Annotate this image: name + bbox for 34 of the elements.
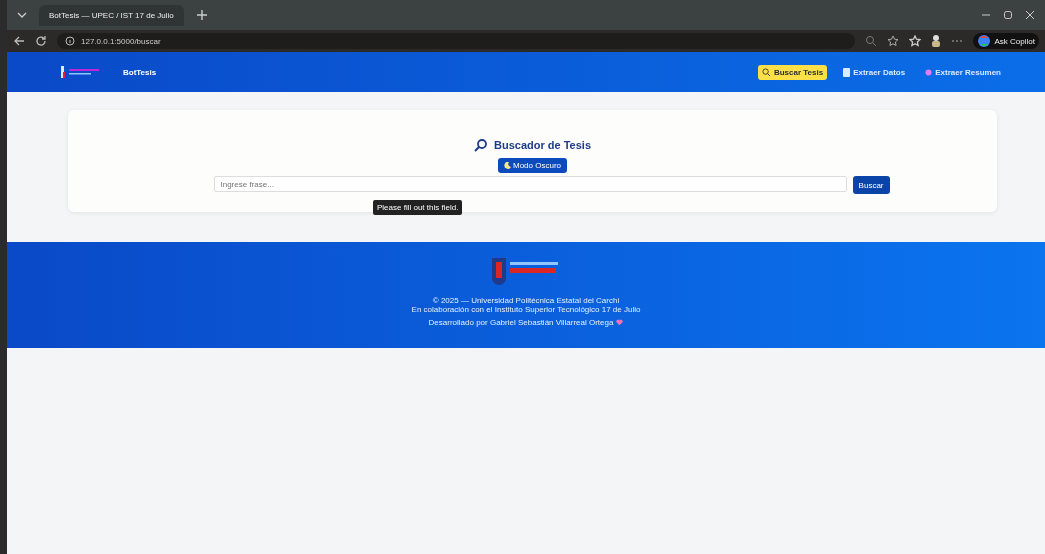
reload-icon[interactable]: [35, 35, 47, 47]
star-icon[interactable]: [886, 35, 899, 47]
validation-tooltip: Please fill out this field.: [373, 200, 463, 215]
zoom-icon[interactable]: [864, 35, 877, 47]
url-text: 127.0.0.1:5000/buscar: [81, 36, 161, 46]
close-icon[interactable]: [1025, 10, 1035, 20]
address-field[interactable]: 127.0.0.1:5000/buscar: [57, 33, 855, 49]
dot-icon: [925, 68, 933, 76]
dark-mode-button[interactable]: Modo Oscuro: [498, 158, 567, 173]
credit-text: Desarrollado por Gabriel Sebastián Villarreal Ortega: [428, 318, 624, 327]
copilot-icon: [976, 34, 991, 48]
nav-link[interactable]: Extraer Datos: [839, 64, 910, 80]
footer-text: En colaboración con el Instituto Superior Tecnológico 17 de Julio: [411, 305, 641, 314]
browser-tab[interactable]: BotTesis — UPEC / IST 17 de Julio: [39, 4, 184, 26]
favorites-icon[interactable]: [908, 35, 921, 47]
restore-icon[interactable]: [1003, 10, 1013, 20]
search-icon: [474, 138, 488, 152]
footer-text: © 2025 — Universidad Politécnica Estatal del Carchi: [432, 296, 620, 305]
card-title: Buscador de Tesis: [494, 139, 591, 151]
nav-link[interactable]: Extraer Resumen: [921, 64, 1005, 80]
more-icon[interactable]: [950, 39, 963, 43]
new-tab-icon[interactable]: [195, 9, 208, 21]
tab-list-icon[interactable]: [17, 12, 27, 18]
back-icon[interactable]: [13, 35, 25, 47]
search-field[interactable]: Ingrese frase...: [213, 176, 847, 192]
brand-name[interactable]: BotTesis: [123, 67, 157, 77]
search-button[interactable]: Buscar: [852, 176, 890, 194]
info-icon[interactable]: [65, 36, 75, 46]
nav-link[interactable]: Buscar Tesis: [757, 64, 828, 80]
heart-icon: [616, 319, 624, 326]
search-icon: [761, 67, 771, 77]
copilot-button[interactable]: Ask Copilot: [972, 33, 1039, 49]
moon-icon: [504, 162, 511, 169]
document-icon: [843, 67, 851, 77]
